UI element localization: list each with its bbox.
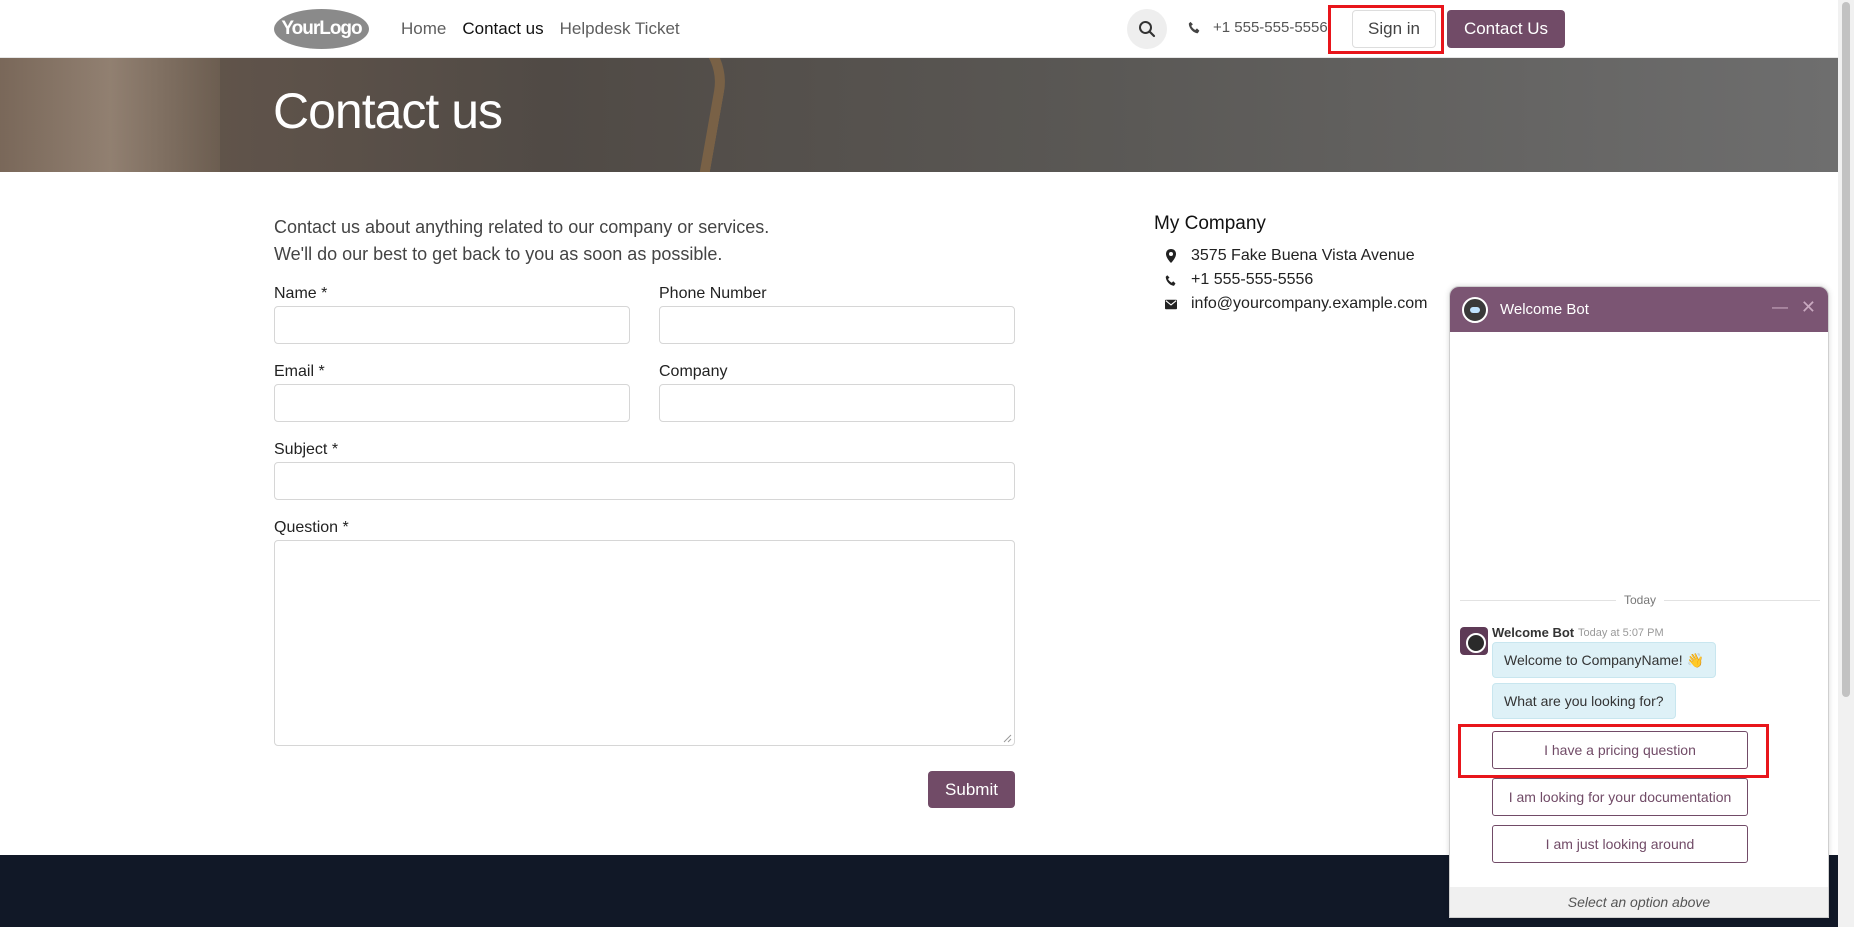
map-marker-icon xyxy=(1166,249,1176,263)
date-divider-label: Today xyxy=(1623,593,1657,607)
search-button[interactable] xyxy=(1127,9,1167,49)
date-divider: Today xyxy=(1460,593,1820,607)
question-label: Question * xyxy=(274,519,349,536)
close-icon[interactable]: ✕ xyxy=(1801,297,1816,318)
name-field[interactable] xyxy=(274,306,630,344)
company-address: 3575 Fake Buena Vista Avenue xyxy=(1165,247,1415,265)
company-label: Company xyxy=(659,363,728,380)
intro-line-1: Contact us about anything related to our… xyxy=(274,217,770,237)
phone-icon xyxy=(1188,21,1200,34)
message-avatar xyxy=(1460,627,1488,655)
phone-icon xyxy=(1165,274,1176,286)
chat-header[interactable]: Welcome Bot — ✕ xyxy=(1450,287,1828,332)
nav-home[interactable]: Home xyxy=(401,19,446,39)
scrollbar-thumb[interactable] xyxy=(1842,2,1850,697)
phone-number-label: Phone Number xyxy=(659,285,767,302)
minimize-icon[interactable]: — xyxy=(1772,299,1788,317)
contact-intro: Contact us about anything related to our… xyxy=(274,214,769,268)
option-looking-around[interactable]: I am just looking around xyxy=(1492,825,1748,863)
option-documentation[interactable]: I am looking for your documentation xyxy=(1492,778,1748,816)
contact-us-button[interactable]: Contact Us xyxy=(1447,10,1565,48)
email-field[interactable] xyxy=(274,384,630,422)
subject-label: Subject * xyxy=(274,441,339,458)
question-message: What are you looking for? xyxy=(1492,683,1676,719)
intro-line-2: We'll do our best to get back to you as … xyxy=(274,244,723,264)
nav-contact-us[interactable]: Contact us xyxy=(462,19,543,39)
main-nav: Home Contact us Helpdesk Ticket xyxy=(401,19,680,39)
question-textarea[interactable] xyxy=(274,540,1015,746)
phone-number-field[interactable] xyxy=(659,306,1015,344)
livechat-window: Welcome Bot — ✕ Today Welcome Bot Today … xyxy=(1449,286,1829,918)
header-phone[interactable]: +1 555-555-5556 xyxy=(1188,19,1328,36)
name-label: Name * xyxy=(274,285,328,302)
hero-background-shape xyxy=(545,58,735,172)
subject-field[interactable] xyxy=(274,462,1015,500)
welcome-message: Welcome to CompanyName! 👋 xyxy=(1492,642,1717,678)
message-timestamp: Today at 5:07 PM xyxy=(1578,627,1664,639)
submit-button[interactable]: Submit xyxy=(928,771,1015,808)
company-phone: +1 555-555-5556 xyxy=(1165,271,1313,289)
company-address-text: 3575 Fake Buena Vista Avenue xyxy=(1191,247,1415,264)
envelope-icon xyxy=(1165,299,1177,309)
sign-in-highlight xyxy=(1328,5,1444,54)
top-navbar: YourLogo Home Contact us Helpdesk Ticket… xyxy=(0,0,1838,58)
company-email-text[interactable]: info@yourcompany.example.com xyxy=(1191,295,1428,313)
hero-banner: Contact us xyxy=(0,58,1838,172)
resize-handle-icon[interactable] xyxy=(1003,734,1012,743)
page-title: Contact us xyxy=(273,83,503,139)
chat-title: Welcome Bot xyxy=(1500,301,1589,318)
bot-avatar xyxy=(1462,296,1488,323)
company-phone-text: +1 555-555-5556 xyxy=(1191,271,1314,288)
hero-background-image xyxy=(0,58,220,172)
chat-footer-hint: Select an option above xyxy=(1450,887,1828,917)
company-email: info@yourcompany.example.com xyxy=(1165,295,1428,313)
company-field[interactable] xyxy=(659,384,1015,422)
header-phone-number: +1 555-555-5556 xyxy=(1213,19,1328,36)
search-icon xyxy=(1139,21,1156,38)
message-author: Welcome Bot xyxy=(1492,625,1575,640)
email-label: Email * xyxy=(274,363,325,380)
company-logo[interactable]: YourLogo xyxy=(274,9,369,49)
option-highlight xyxy=(1458,724,1769,778)
nav-helpdesk-ticket[interactable]: Helpdesk Ticket xyxy=(560,19,680,39)
company-name: My Company xyxy=(1154,213,1266,234)
